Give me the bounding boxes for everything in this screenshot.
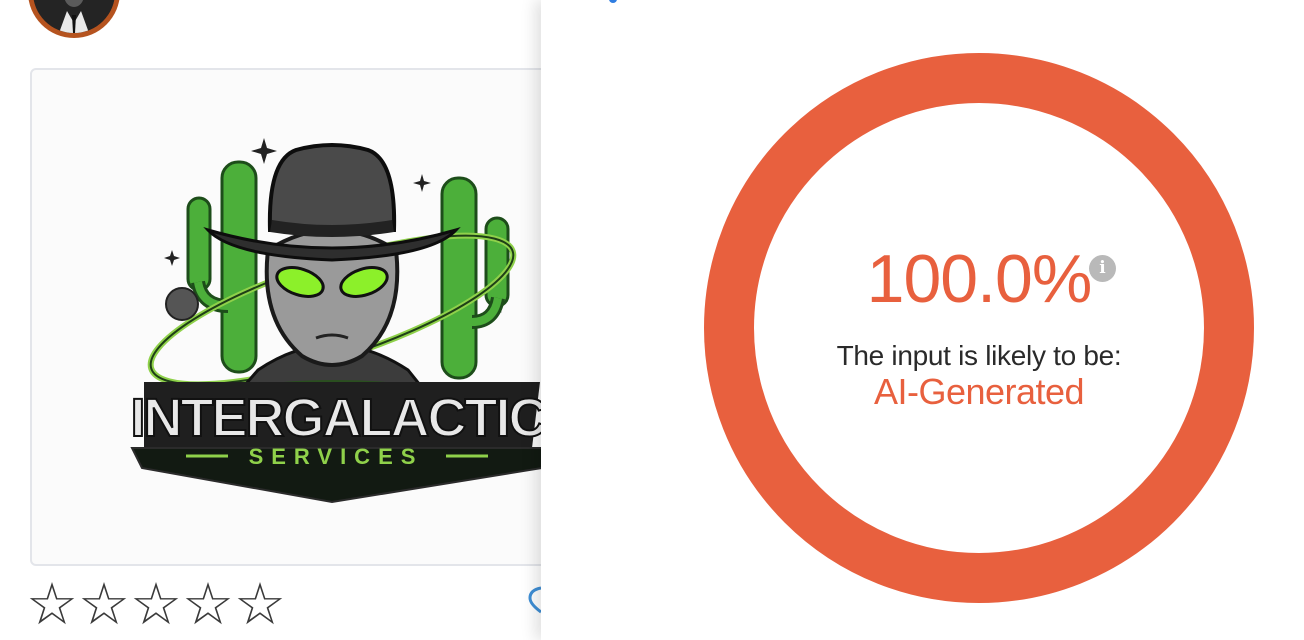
star-4[interactable]: ☆: [182, 574, 234, 638]
result-verdict: AI-Generated: [873, 371, 1085, 412]
intergalactic-logo-image: INTERGALACTIC SERVICES: [130, 138, 554, 504]
rating-stars[interactable]: ☆ ☆ ☆ ☆ ☆: [26, 574, 286, 638]
logo-subtitle: SERVICES: [249, 444, 424, 469]
product-image-card[interactable]: INTERGALACTIC SERVICES: [30, 68, 570, 566]
logo-title: INTERGALACTIC: [131, 388, 547, 448]
panel-indicator-dot: [609, 0, 617, 3]
detection-panel: 100.0% i The input is likely to be: AI-G…: [541, 0, 1304, 640]
star-5[interactable]: ☆: [234, 574, 286, 638]
result-summary: 100.0% i The input is likely to be: AI-G…: [704, 53, 1254, 603]
result-caption: The input is likely to be:: [836, 340, 1122, 371]
star-2[interactable]: ☆: [78, 574, 130, 638]
info-icon[interactable]: i: [1089, 255, 1116, 282]
page: INTERGALACTIC SERVICES ☆ ☆ ☆ ☆ ☆ 100.0% …: [0, 0, 1304, 640]
favorite-icon[interactable]: [526, 584, 542, 614]
listing-pane: INTERGALACTIC SERVICES ☆ ☆ ☆ ☆ ☆: [0, 0, 570, 640]
star-1[interactable]: ☆: [26, 574, 78, 638]
score-value: 100.0%: [866, 241, 1093, 317]
star-3[interactable]: ☆: [130, 574, 182, 638]
avatar-photo: [33, 0, 115, 33]
seller-avatar[interactable]: [28, 0, 120, 38]
